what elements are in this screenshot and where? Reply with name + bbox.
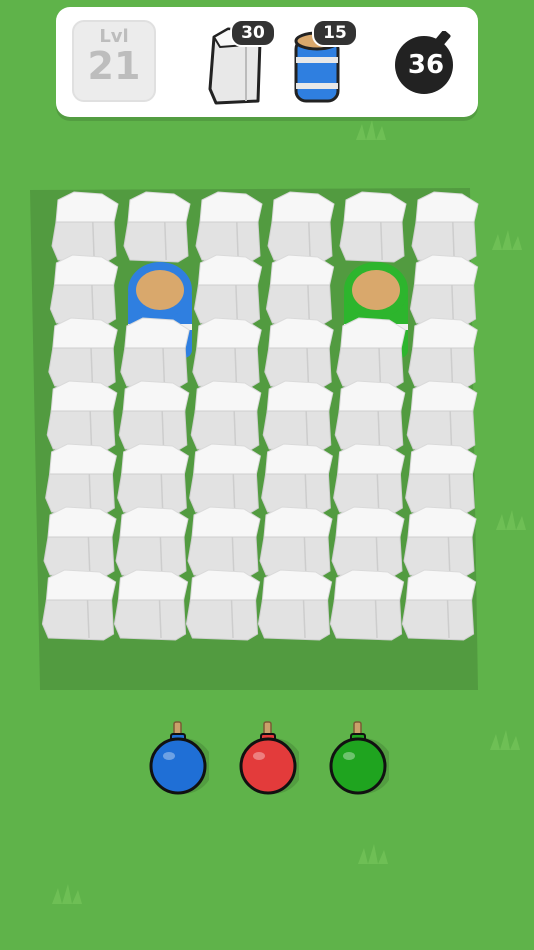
stone-block[interactable] — [329, 569, 405, 641]
stone-block[interactable] — [264, 317, 334, 389]
stone-block[interactable] — [401, 569, 477, 641]
stone-block[interactable] — [123, 191, 191, 263]
stone-block[interactable] — [406, 380, 478, 452]
stone-block[interactable] — [41, 569, 117, 641]
stone-block[interactable] — [339, 191, 407, 263]
stone-block[interactable] — [411, 191, 479, 263]
stone-block[interactable] — [190, 380, 262, 452]
stone-block[interactable] — [336, 317, 406, 389]
stone-block[interactable] — [408, 317, 478, 389]
stone-block[interactable] — [259, 506, 333, 578]
stone-block[interactable] — [189, 443, 261, 515]
stone-block[interactable] — [193, 254, 263, 326]
stone-block[interactable] — [331, 506, 405, 578]
stone-block[interactable] — [333, 443, 405, 515]
stone-block[interactable] — [46, 380, 118, 452]
bomb-green-button[interactable] — [327, 718, 393, 796]
bomb-blue-icon — [149, 721, 213, 795]
stone-block[interactable] — [49, 254, 119, 326]
stone-block[interactable] — [118, 380, 190, 452]
stone-block[interactable] — [185, 569, 261, 641]
stone-block[interactable] — [51, 191, 119, 263]
stone-block[interactable] — [262, 380, 334, 452]
stone-block[interactable] — [48, 317, 118, 389]
stone-block[interactable] — [409, 254, 479, 326]
stone-block[interactable] — [45, 443, 117, 515]
stone-block[interactable] — [267, 191, 335, 263]
stone-block[interactable] — [334, 380, 406, 452]
stone-block[interactable] — [187, 506, 261, 578]
stone-block[interactable] — [120, 317, 190, 389]
stone-block[interactable] — [265, 254, 335, 326]
stone-block[interactable] — [405, 443, 477, 515]
stone-block[interactable] — [192, 317, 262, 389]
bomb-red-icon — [239, 721, 303, 795]
stone-block[interactable] — [261, 443, 333, 515]
stone-block[interactable] — [403, 506, 477, 578]
stone-block[interactable] — [257, 569, 333, 641]
stone-block[interactable] — [117, 443, 189, 515]
bomb-green-icon — [329, 721, 393, 795]
stone-block[interactable] — [115, 506, 189, 578]
bomb-blue-button[interactable] — [147, 718, 213, 796]
bomb-red-button[interactable] — [237, 718, 303, 796]
board-canvas[interactable] — [0, 0, 534, 950]
stone-block[interactable] — [113, 569, 189, 641]
game-board[interactable] — [0, 0, 534, 950]
stone-block[interactable] — [43, 506, 117, 578]
stone-block[interactable] — [195, 191, 263, 263]
